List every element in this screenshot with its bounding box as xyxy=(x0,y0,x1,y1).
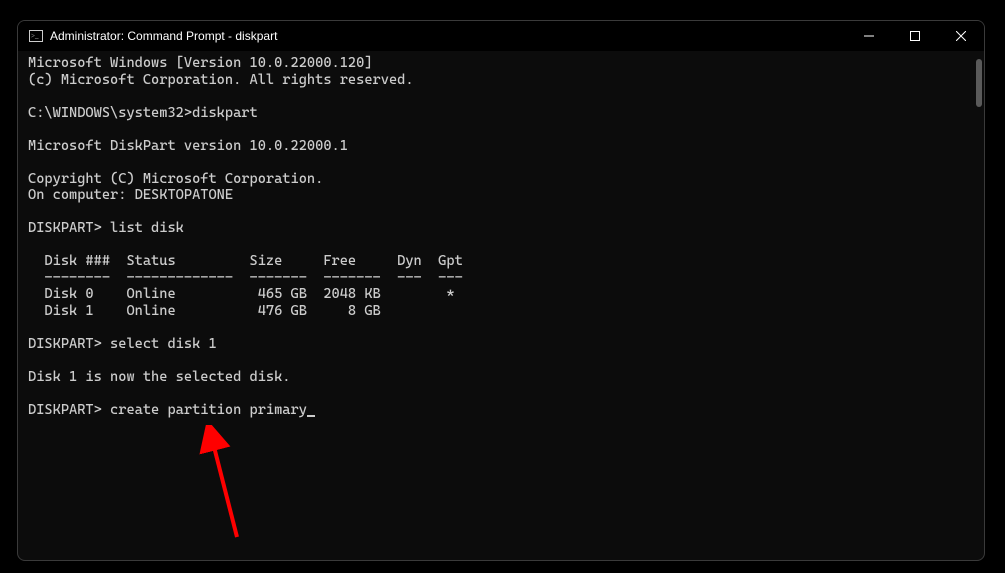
cmd-icon: >_ xyxy=(28,28,44,44)
output-line: C:\WINDOWS\system32>diskpart xyxy=(28,105,258,121)
maximize-button[interactable] xyxy=(892,21,938,51)
output-line: Microsoft Windows [Version 10.0.22000.12… xyxy=(28,55,373,71)
output-line: Disk 0 Online 465 GB 2048 KB * xyxy=(28,286,455,302)
text-cursor xyxy=(307,415,315,417)
command-prompt-window: >_ Administrator: Command Prompt - diskp… xyxy=(17,20,985,561)
close-button[interactable] xyxy=(938,21,984,51)
output-line: (c) Microsoft Corporation. All rights re… xyxy=(28,72,414,88)
minimize-button[interactable] xyxy=(846,21,892,51)
output-line: DISKPART> select disk 1 xyxy=(28,336,217,352)
output-line: Disk 1 is now the selected disk. xyxy=(28,369,291,385)
titlebar[interactable]: >_ Administrator: Command Prompt - diskp… xyxy=(18,21,984,51)
output-line: Disk 1 Online 476 GB 8 GB xyxy=(28,303,381,319)
terminal-output[interactable]: Microsoft Windows [Version 10.0.22000.12… xyxy=(18,51,984,560)
scrollbar-thumb[interactable] xyxy=(976,59,982,107)
output-line: Disk ### Status Size Free Dyn Gpt xyxy=(28,253,463,269)
output-line: -------- ------------- ------- ------- -… xyxy=(28,270,463,286)
output-line: DISKPART> create partition primary xyxy=(28,402,307,418)
output-line: Copyright (C) Microsoft Corporation. xyxy=(28,171,323,187)
svg-text:>_: >_ xyxy=(31,32,39,40)
window-controls xyxy=(846,21,984,51)
output-line: On computer: DESKTOPATONE xyxy=(28,187,233,203)
window-title: Administrator: Command Prompt - diskpart xyxy=(50,29,846,43)
output-line: Microsoft DiskPart version 10.0.22000.1 xyxy=(28,138,348,154)
output-line: DISKPART> list disk xyxy=(28,220,184,236)
